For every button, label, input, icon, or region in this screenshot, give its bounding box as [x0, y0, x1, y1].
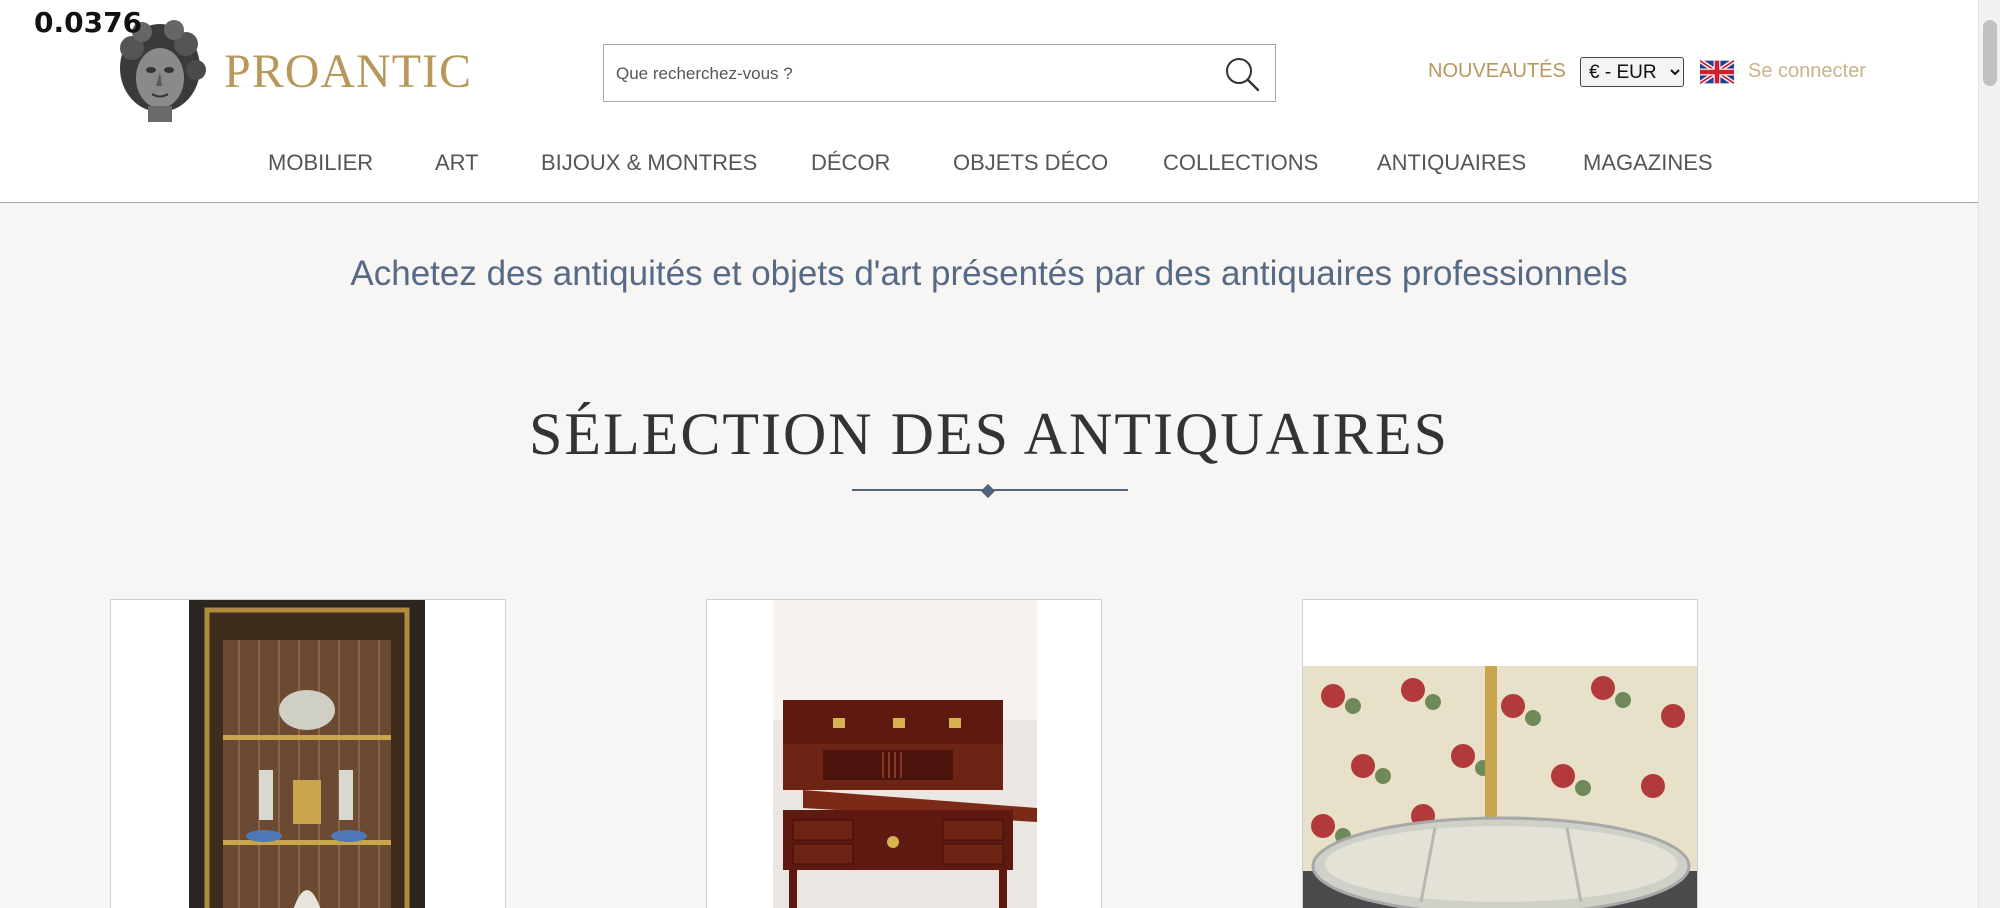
nav-item-magazines[interactable]: MAGAZINES — [1583, 150, 1713, 176]
section-title: SÉLECTION DES ANTIQUAIRES — [529, 401, 1449, 467]
brand-name[interactable]: PROANTIC — [224, 44, 472, 99]
tagline: Achetez des antiquités et objets d'art p… — [350, 254, 1628, 293]
nav-item-antiquaires[interactable]: ANTIQUAIRES — [1377, 150, 1526, 176]
product-card[interactable] — [706, 599, 1102, 908]
divider-diamond-icon — [980, 483, 996, 499]
search-bar — [603, 44, 1276, 102]
cylinder-desk-photo — [773, 600, 1037, 908]
vitrine-cabinet-photo — [189, 600, 425, 908]
uk-flag-icon[interactable] — [1700, 60, 1734, 84]
currency-select[interactable]: € - EUR — [1580, 57, 1684, 87]
search-input[interactable] — [616, 59, 1196, 89]
page-scrollbar[interactable] — [1978, 0, 2000, 908]
nouveautes-link[interactable]: NOUVEAUTÉS — [1428, 60, 1566, 83]
nav-item-mobilier[interactable]: MOBILIER — [268, 150, 373, 176]
overlay-score: 0.0376 — [34, 6, 143, 39]
nav-item-decor[interactable]: DÉCOR — [811, 150, 890, 176]
nav-item-bijoux-montres[interactable]: BIJOUX & MONTRES — [541, 150, 757, 176]
product-card[interactable] — [1302, 599, 1698, 908]
product-card[interactable] — [110, 599, 506, 908]
search-icon[interactable] — [1223, 55, 1261, 93]
nav-item-art[interactable]: ART — [435, 150, 479, 176]
scrollbar-thumb[interactable] — [1983, 20, 1997, 86]
nav-item-objets-deco[interactable]: OBJETS DÉCO — [953, 150, 1108, 176]
mirror-plateau-photo — [1303, 666, 1697, 908]
main-nav: MOBILIER ART BIJOUX & MONTRES DÉCOR OBJE… — [0, 150, 1978, 190]
login-link[interactable]: Se connecter — [1748, 60, 1866, 83]
nav-item-collections[interactable]: COLLECTIONS — [1163, 150, 1318, 176]
site-header: PROANTIC NOUVEAUTÉS € - EUR Se connecter… — [0, 0, 1978, 203]
